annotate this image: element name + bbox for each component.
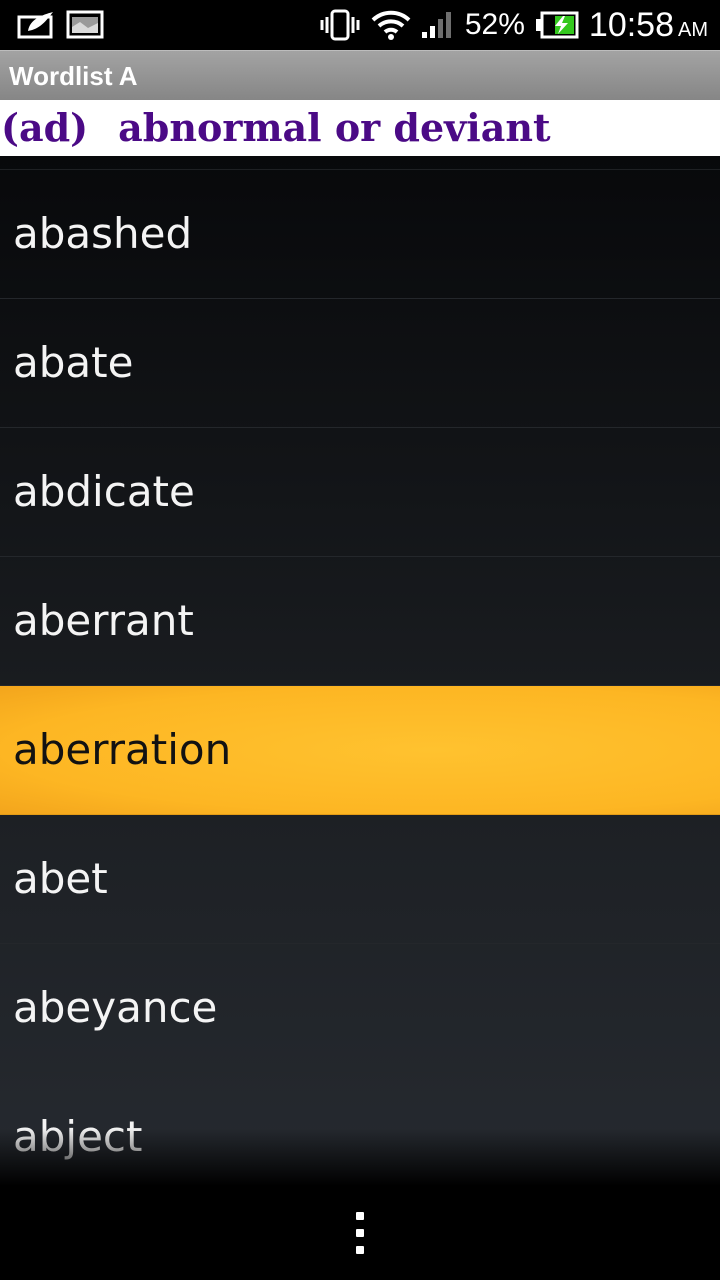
part-of-speech: (ad) [1, 105, 89, 150]
app-title: Wordlist A [9, 61, 138, 91]
list-item-label: abdicate [13, 467, 195, 516]
status-bar: 52% 10:58 AM [0, 0, 720, 50]
title-bar: Wordlist A [0, 50, 720, 100]
battery-charging-icon [535, 11, 579, 39]
list-item[interactable]: abeyance [0, 944, 720, 1073]
list-item[interactable]: abet [0, 815, 720, 944]
definition-text: abnormal or deviant [118, 105, 551, 150]
signal-icon [421, 12, 451, 38]
list-item-label: aberration [13, 725, 232, 774]
list-item-label: abate [13, 338, 134, 387]
list-item-label: aberrant [13, 596, 194, 645]
vibrate-icon [320, 9, 360, 41]
list-item[interactable]: aberration [0, 686, 720, 815]
word-list[interactable]: abashed abate abdicate aberrant aberrati… [0, 156, 720, 1186]
image-icon [66, 10, 104, 39]
clock: 10:58 AM [588, 5, 708, 44]
list-divider [0, 156, 720, 170]
wifi-icon [371, 10, 411, 40]
list-item[interactable]: aberrant [0, 557, 720, 686]
list-item[interactable]: abate [0, 299, 720, 428]
definition-banner: (ad) abnormal or deviant [0, 100, 720, 156]
list-item-label: abject [13, 1112, 143, 1161]
overflow-menu-icon[interactable] [354, 1212, 366, 1254]
battery-percent: 52% [464, 8, 525, 41]
list-item[interactable]: abdicate [0, 428, 720, 557]
list-item-label: abeyance [13, 983, 218, 1032]
notification-icon [17, 12, 53, 39]
list-item-label: abashed [13, 209, 193, 258]
bottom-bar [0, 1186, 720, 1280]
list-item[interactable]: abject [0, 1073, 720, 1186]
list-item[interactable]: abashed [0, 170, 720, 299]
list-item-label: abet [13, 854, 108, 903]
